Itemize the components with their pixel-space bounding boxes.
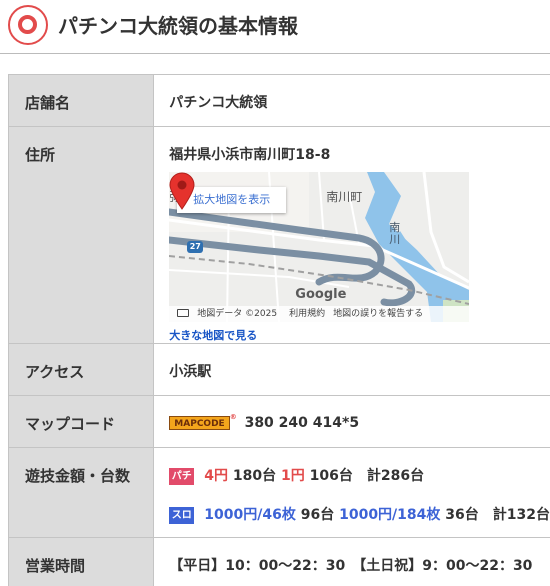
address-value: 福井県小浜市南川町18-8 (169, 147, 331, 163)
address-label: 住所 (7, 126, 155, 344)
row-rates: 遊技金額・台数 パチ 4円 180台 1円 106台 計286台 スロ 1000円/… (7, 447, 550, 538)
slot-rate-2: 1000円/184枚 (339, 507, 441, 523)
pachi-rate-2: 1円 (281, 468, 305, 484)
target-icon (8, 5, 48, 45)
row-mapcode: マップコード MAPCODE® 380 240 414*5 (7, 395, 550, 448)
registered-mark: ® (229, 413, 237, 421)
keyboard-icon[interactable] (177, 309, 190, 317)
slot-total: 計132台 (492, 507, 550, 523)
slot-rate-line: スロ 1000円/46枚 96台 1000円/184枚 36台 計132台 (169, 504, 550, 524)
pachi-rate-1: 4円 (204, 468, 229, 484)
pachi-count-1: 180台 (232, 468, 277, 484)
access-label: アクセス (7, 343, 155, 396)
row-access: アクセス 小浜駅 (7, 343, 550, 396)
map-footer: 地図データ ©2025 利用規約 地図の誤りを報告する (169, 306, 470, 322)
slot-rate-1: 1000円/46枚 (204, 507, 296, 523)
big-map-link[interactable]: 大きな地図で見る (169, 327, 550, 343)
mapcode-value: 380 240 414*5 (244, 415, 360, 431)
mapcode-cell: MAPCODE® 380 240 414*5 (153, 395, 550, 448)
row-store: 店舗名 パチンコ大統領 (7, 74, 550, 127)
map-place-label: 南川町 (326, 190, 363, 204)
mapcode-logo: MAPCODE (169, 416, 230, 430)
address-cell: 福井県小浜市南川町18-8 拡大地図を表示 27 南川町 南川 Google 地… (153, 126, 550, 344)
google-logo: Google (295, 287, 347, 302)
map-report-link[interactable]: 地図の誤りを報告する (333, 309, 423, 319)
store-label: 店舗名 (7, 74, 155, 127)
slot-badge: スロ (169, 507, 195, 524)
row-hours: 営業時間 【平日】10：00〜22：30 【土日祝】9：00〜22：30 (7, 537, 550, 586)
map-pin-icon[interactable] (169, 172, 195, 210)
page-header: パチンコ大統領の基本情報 (0, 0, 550, 54)
rates-label: 遊技金額・台数 (7, 447, 155, 538)
hours-label: 営業時間 (7, 537, 155, 586)
slot-count-2: 36台 (445, 507, 479, 523)
page-title: パチンコ大統領の基本情報 (58, 14, 298, 38)
slot-count-1: 96台 (300, 507, 335, 523)
hours-holiday: 【土日祝】9：00〜22：30 (359, 558, 533, 574)
mapcode-label: マップコード (7, 395, 155, 448)
row-address: 住所 福井県小浜市南川町18-8 拡大地図を表示 27 南川町 南川 Googl… (7, 126, 550, 344)
map-terms-link[interactable]: 利用規約 (289, 309, 325, 319)
info-table: 店舗名 パチンコ大統領 住所 福井県小浜市南川町18-8 拡大地図を表示 27 … (7, 74, 550, 586)
pachi-count-2: 106台 (309, 468, 353, 484)
pachi-rate-line: パチ 4円 180台 1円 106台 計286台 (169, 465, 550, 485)
map-attribution: 地図データ ©2025 (197, 309, 278, 319)
rates-cell: パチ 4円 180台 1円 106台 計286台 スロ 1000円/46枚 96台 … (153, 447, 550, 538)
hours-weekday: 【平日】10：00〜22：30 (169, 558, 346, 574)
embedded-map[interactable]: 拡大地図を表示 27 弥 南川町 南川 Google 地図データ ©2025利用… (169, 172, 470, 322)
pachi-total: 計286台 (366, 468, 425, 484)
hours-cell: 【平日】10：00〜22：30 【土日祝】9：00〜22：30 (153, 537, 550, 586)
access-value: 小浜駅 (153, 343, 550, 396)
route-27-badge: 27 (187, 241, 204, 253)
store-value: パチンコ大統領 (153, 74, 550, 127)
map-river-label: 南川 (389, 221, 401, 246)
pachi-badge: パチ (169, 468, 195, 485)
